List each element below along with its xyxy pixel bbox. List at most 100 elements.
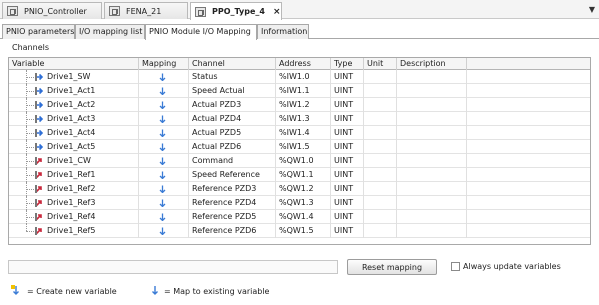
type-cell: UINT (331, 182, 364, 196)
column-header-variable[interactable]: Variable (9, 58, 139, 70)
mapping-cell[interactable] (139, 70, 189, 84)
mapping-cell[interactable] (139, 224, 189, 238)
device-icon (195, 6, 206, 17)
type-cell: UINT (331, 196, 364, 210)
doc-tab-ppo-type-4[interactable]: PPO_Type_4 × (190, 2, 282, 20)
variable-cell[interactable]: Drive1_SW (9, 70, 139, 84)
reset-mapping-button[interactable]: Reset mapping (347, 259, 437, 275)
tab-list-dropdown-icon[interactable]: ▼ (589, 5, 595, 14)
tab-pnio-module-io-mapping[interactable]: PNIO Module I/O Mapping (145, 24, 257, 40)
column-header-description[interactable]: Description (397, 58, 467, 70)
table-row[interactable]: Drive1_Ref4 Reference PZD5 %QW1.4 UINT (9, 210, 590, 224)
unit-cell (364, 196, 397, 210)
map-to-existing-variable-icon[interactable] (159, 129, 166, 137)
mapping-cell[interactable] (139, 98, 189, 112)
output-channel-icon (35, 213, 42, 221)
doc-tab-fena-21[interactable]: FENA_21 (104, 2, 188, 19)
table-row[interactable]: Drive1_Ref1 Speed Reference %QW1.1 UINT (9, 168, 590, 182)
variable-cell[interactable]: Drive1_Act5 (9, 140, 139, 154)
map-to-existing-variable-icon[interactable] (159, 171, 166, 179)
mapping-cell[interactable] (139, 140, 189, 154)
map-to-existing-variable-icon[interactable] (159, 143, 166, 151)
tab-io-mapping-list[interactable]: I/O mapping list (75, 24, 145, 39)
variable-cell[interactable]: Drive1_Act3 (9, 112, 139, 126)
channel-cell: Actual PZD4 (189, 112, 276, 126)
variable-cell[interactable]: Drive1_Ref1 (9, 168, 139, 182)
output-channel-icon (35, 199, 42, 207)
variable-cell[interactable]: Drive1_Ref5 (9, 224, 139, 238)
variable-cell[interactable]: Drive1_Act4 (9, 126, 139, 140)
mapping-cell[interactable] (139, 112, 189, 126)
mapping-cell[interactable] (139, 84, 189, 98)
device-icon (7, 6, 18, 16)
table-row[interactable]: Drive1_CW Command %QW1.0 UINT (9, 154, 590, 168)
doc-tab-label: PPO_Type_4 (212, 7, 265, 16)
map-to-existing-variable-icon[interactable] (159, 87, 166, 95)
tab-pnio-parameters[interactable]: PNIO parameters (2, 24, 75, 39)
description-cell (397, 112, 467, 126)
unit-cell (364, 182, 397, 196)
table-row[interactable]: Drive1_Ref2 Reference PZD3 %QW1.2 UINT (9, 182, 590, 196)
variable-cell[interactable]: Drive1_Ref3 (9, 196, 139, 210)
close-tab-icon[interactable]: × (273, 7, 281, 17)
variable-name: Drive1_Ref3 (47, 198, 96, 207)
column-header-type[interactable]: Type (331, 58, 364, 70)
channel-cell: Speed Reference (189, 168, 276, 182)
doc-tab-label: PNIO_Controller (24, 6, 87, 16)
map-to-existing-variable-icon[interactable] (159, 115, 166, 123)
variable-cell[interactable]: Drive1_Act1 (9, 84, 139, 98)
map-to-existing-variable-icon[interactable] (159, 185, 166, 193)
mapping-cell[interactable] (139, 168, 189, 182)
table-row[interactable]: Drive1_SW Status %IW1.0 UINT (9, 70, 590, 84)
mapping-cell[interactable] (139, 182, 189, 196)
variable-cell[interactable]: Drive1_Act2 (9, 98, 139, 112)
channel-cell: Reference PZD5 (189, 210, 276, 224)
mapping-cell[interactable] (139, 126, 189, 140)
variable-name: Drive1_Act5 (47, 142, 96, 151)
table-row[interactable]: Drive1_Ref5 Reference PZD6 %QW1.5 UINT (9, 224, 590, 238)
variable-name: Drive1_Ref1 (47, 170, 96, 179)
table-row[interactable]: Drive1_Act3 Actual PZD4 %IW1.3 UINT (9, 112, 590, 126)
address-cell: %QW1.0 (276, 154, 331, 168)
mapping-cell[interactable] (139, 154, 189, 168)
table-row[interactable]: Drive1_Act4 Actual PZD5 %IW1.4 UINT (9, 126, 590, 140)
map-to-existing-variable-icon[interactable] (159, 199, 166, 207)
unit-cell (364, 84, 397, 98)
map-to-existing-variable-icon[interactable] (159, 213, 166, 221)
description-cell (397, 168, 467, 182)
channels-table: Variable Mapping Channel Address Type Un… (8, 57, 591, 245)
channel-cell: Status (189, 70, 276, 84)
column-header-address[interactable]: Address (276, 58, 331, 70)
map-to-existing-variable-icon[interactable] (159, 227, 166, 235)
map-to-existing-variable-icon[interactable] (159, 73, 166, 81)
map-to-existing-variable-icon[interactable] (159, 101, 166, 109)
address-cell: %QW1.4 (276, 210, 331, 224)
device-icon (109, 6, 120, 16)
table-row[interactable]: Drive1_Act2 Actual PZD3 %IW1.2 UINT (9, 98, 590, 112)
table-row[interactable]: Drive1_Ref3 Reference PZD4 %QW1.3 UINT (9, 196, 590, 210)
mapping-cell[interactable] (139, 196, 189, 210)
output-channel-icon (35, 227, 42, 235)
channel-cell: Actual PZD3 (189, 98, 276, 112)
description-cell (397, 154, 467, 168)
description-cell (397, 140, 467, 154)
column-header-unit[interactable]: Unit (364, 58, 397, 70)
variable-cell[interactable]: Drive1_Ref4 (9, 210, 139, 224)
type-cell: UINT (331, 98, 364, 112)
mapping-cell[interactable] (139, 210, 189, 224)
variable-cell[interactable]: Drive1_Ref2 (9, 182, 139, 196)
table-row[interactable]: Drive1_Act5 Actual PZD6 %IW1.5 UINT (9, 140, 590, 154)
tab-information[interactable]: Information (257, 24, 309, 39)
variable-cell[interactable]: Drive1_CW (9, 154, 139, 168)
doc-tab-pnio-controller[interactable]: PNIO_Controller (2, 2, 102, 19)
unit-cell (364, 154, 397, 168)
column-header-channel[interactable]: Channel (189, 58, 276, 70)
editor-tab-strip: PNIO parameters I/O mapping list PNIO Mo… (0, 24, 599, 40)
column-header-mapping[interactable]: Mapping (139, 58, 189, 70)
address-cell: %IW1.4 (276, 126, 331, 140)
channel-cell: Actual PZD6 (189, 140, 276, 154)
always-update-variables-checkbox[interactable] (451, 262, 460, 271)
type-cell: UINT (331, 84, 364, 98)
map-to-existing-variable-icon[interactable] (159, 157, 166, 165)
table-row[interactable]: Drive1_Act1 Speed Actual %IW1.1 UINT (9, 84, 590, 98)
